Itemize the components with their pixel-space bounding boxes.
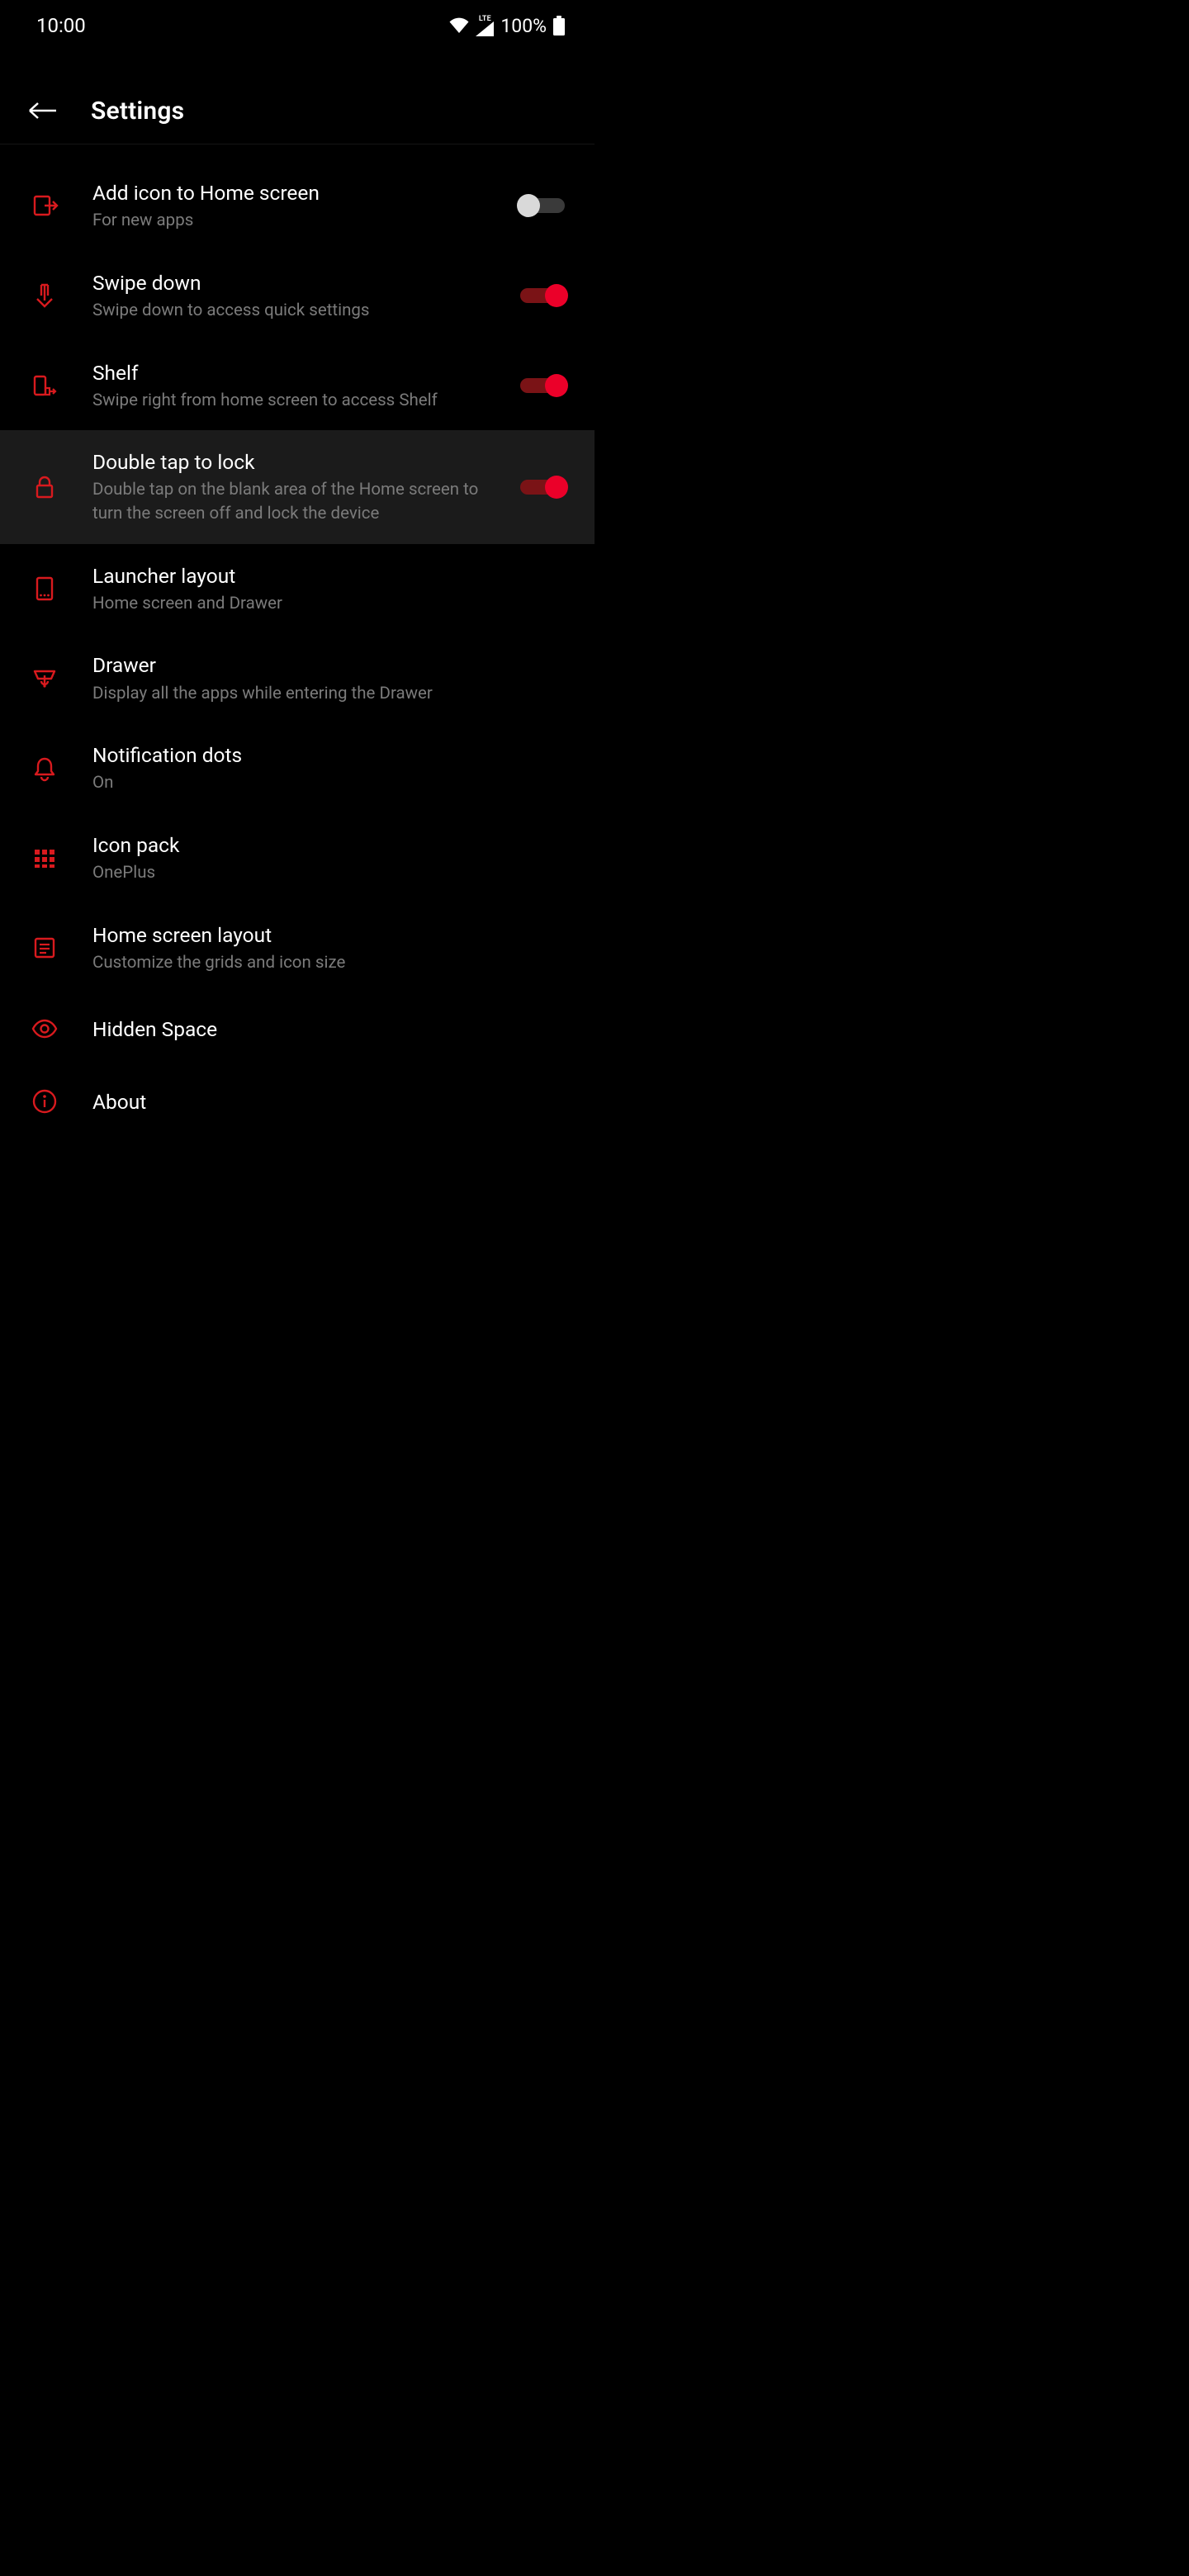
- row-body: Swipe down Swipe down to access quick se…: [63, 269, 510, 323]
- status-right: LTE 100%: [449, 15, 565, 37]
- row-title: Notification dots: [92, 741, 566, 769]
- row-swipe-down[interactable]: Swipe down Swipe down to access quick se…: [0, 251, 594, 341]
- status-bar: 10:00 LTE 100%: [0, 0, 594, 43]
- info-icon: [26, 1083, 63, 1120]
- row-body: Double tap to lock Double tap on the bla…: [63, 448, 510, 525]
- row-body: Notification dots On: [63, 741, 566, 795]
- row-notification-dots[interactable]: Notification dots On: [0, 723, 594, 813]
- row-icon-pack[interactable]: Icon pack OnePlus: [0, 813, 594, 903]
- page-header: Settings: [0, 43, 594, 144]
- toggle-double-tap[interactable]: [519, 475, 566, 500]
- row-subtitle: On: [92, 771, 489, 795]
- row-title: Swipe down: [92, 269, 510, 296]
- row-body: Home screen layout Customize the grids a…: [63, 921, 566, 975]
- wifi-icon: [449, 17, 469, 34]
- row-subtitle: Double tap on the blank area of the Home…: [92, 478, 489, 525]
- row-title: Shelf: [92, 359, 510, 386]
- battery-icon: [553, 16, 565, 36]
- add-to-home-icon: [26, 187, 63, 224]
- arrow-left-icon: [28, 101, 58, 121]
- row-body: About: [63, 1088, 566, 1115]
- row-drawer[interactable]: Drawer Display all the apps while enteri…: [0, 633, 594, 723]
- bell-icon: [26, 751, 63, 787]
- battery-percent: 100%: [500, 15, 547, 37]
- launcher-layout-icon: [26, 571, 63, 607]
- row-body: Launcher layout Home screen and Drawer: [63, 562, 566, 616]
- row-double-tap[interactable]: Double tap to lock Double tap on the bla…: [0, 430, 594, 543]
- row-launcher-layout[interactable]: Launcher layout Home screen and Drawer: [0, 544, 594, 634]
- grid-icon: [26, 840, 63, 876]
- row-title: Icon pack: [92, 831, 566, 859]
- row-subtitle: Home screen and Drawer: [92, 592, 489, 616]
- row-subtitle: Swipe right from home screen to access S…: [92, 389, 489, 413]
- row-subtitle: Customize the grids and icon size: [92, 951, 489, 975]
- status-time: 10:00: [36, 14, 86, 37]
- swipe-down-icon: [26, 277, 63, 314]
- toggle-swipe-down[interactable]: [519, 283, 566, 308]
- row-body: Hidden Space: [63, 1016, 566, 1043]
- row-add-icon[interactable]: Add icon to Home screen For new apps: [0, 161, 594, 251]
- shelf-icon: [26, 367, 63, 404]
- row-title: Home screen layout: [92, 921, 566, 949]
- row-subtitle: OnePlus: [92, 861, 489, 885]
- row-title: Drawer: [92, 651, 566, 679]
- row-shelf[interactable]: Shelf Swipe right from home screen to ac…: [0, 341, 594, 431]
- row-title: Double tap to lock: [92, 448, 510, 476]
- row-body: Icon pack OnePlus: [63, 831, 566, 885]
- row-title: Hidden Space: [92, 1016, 566, 1043]
- row-subtitle: For new apps: [92, 209, 489, 233]
- row-hidden-space[interactable]: Hidden Space: [0, 992, 594, 1065]
- row-title: Launcher layout: [92, 562, 566, 590]
- row-title: Add icon to Home screen: [92, 179, 510, 206]
- row-subtitle: Swipe down to access quick settings: [92, 299, 489, 323]
- layout-icon: [26, 930, 63, 966]
- back-button[interactable]: [26, 94, 59, 127]
- page-title: Settings: [91, 97, 184, 125]
- drawer-icon: [26, 661, 63, 697]
- lock-icon: [26, 469, 63, 505]
- row-home-layout[interactable]: Home screen layout Customize the grids a…: [0, 903, 594, 993]
- row-about[interactable]: About: [0, 1065, 594, 1138]
- row-body: Add icon to Home screen For new apps: [63, 179, 510, 233]
- row-body: Shelf Swipe right from home screen to ac…: [63, 359, 510, 413]
- row-title: About: [92, 1088, 566, 1115]
- toggle-add-icon[interactable]: [519, 193, 566, 218]
- row-subtitle: Display all the apps while entering the …: [92, 682, 489, 706]
- cellular-icon: LTE: [476, 15, 494, 36]
- settings-list: Add icon to Home screen For new apps Swi…: [0, 144, 594, 1138]
- toggle-shelf[interactable]: [519, 373, 566, 398]
- row-body: Drawer Display all the apps while enteri…: [63, 651, 566, 705]
- eye-icon: [26, 1011, 63, 1047]
